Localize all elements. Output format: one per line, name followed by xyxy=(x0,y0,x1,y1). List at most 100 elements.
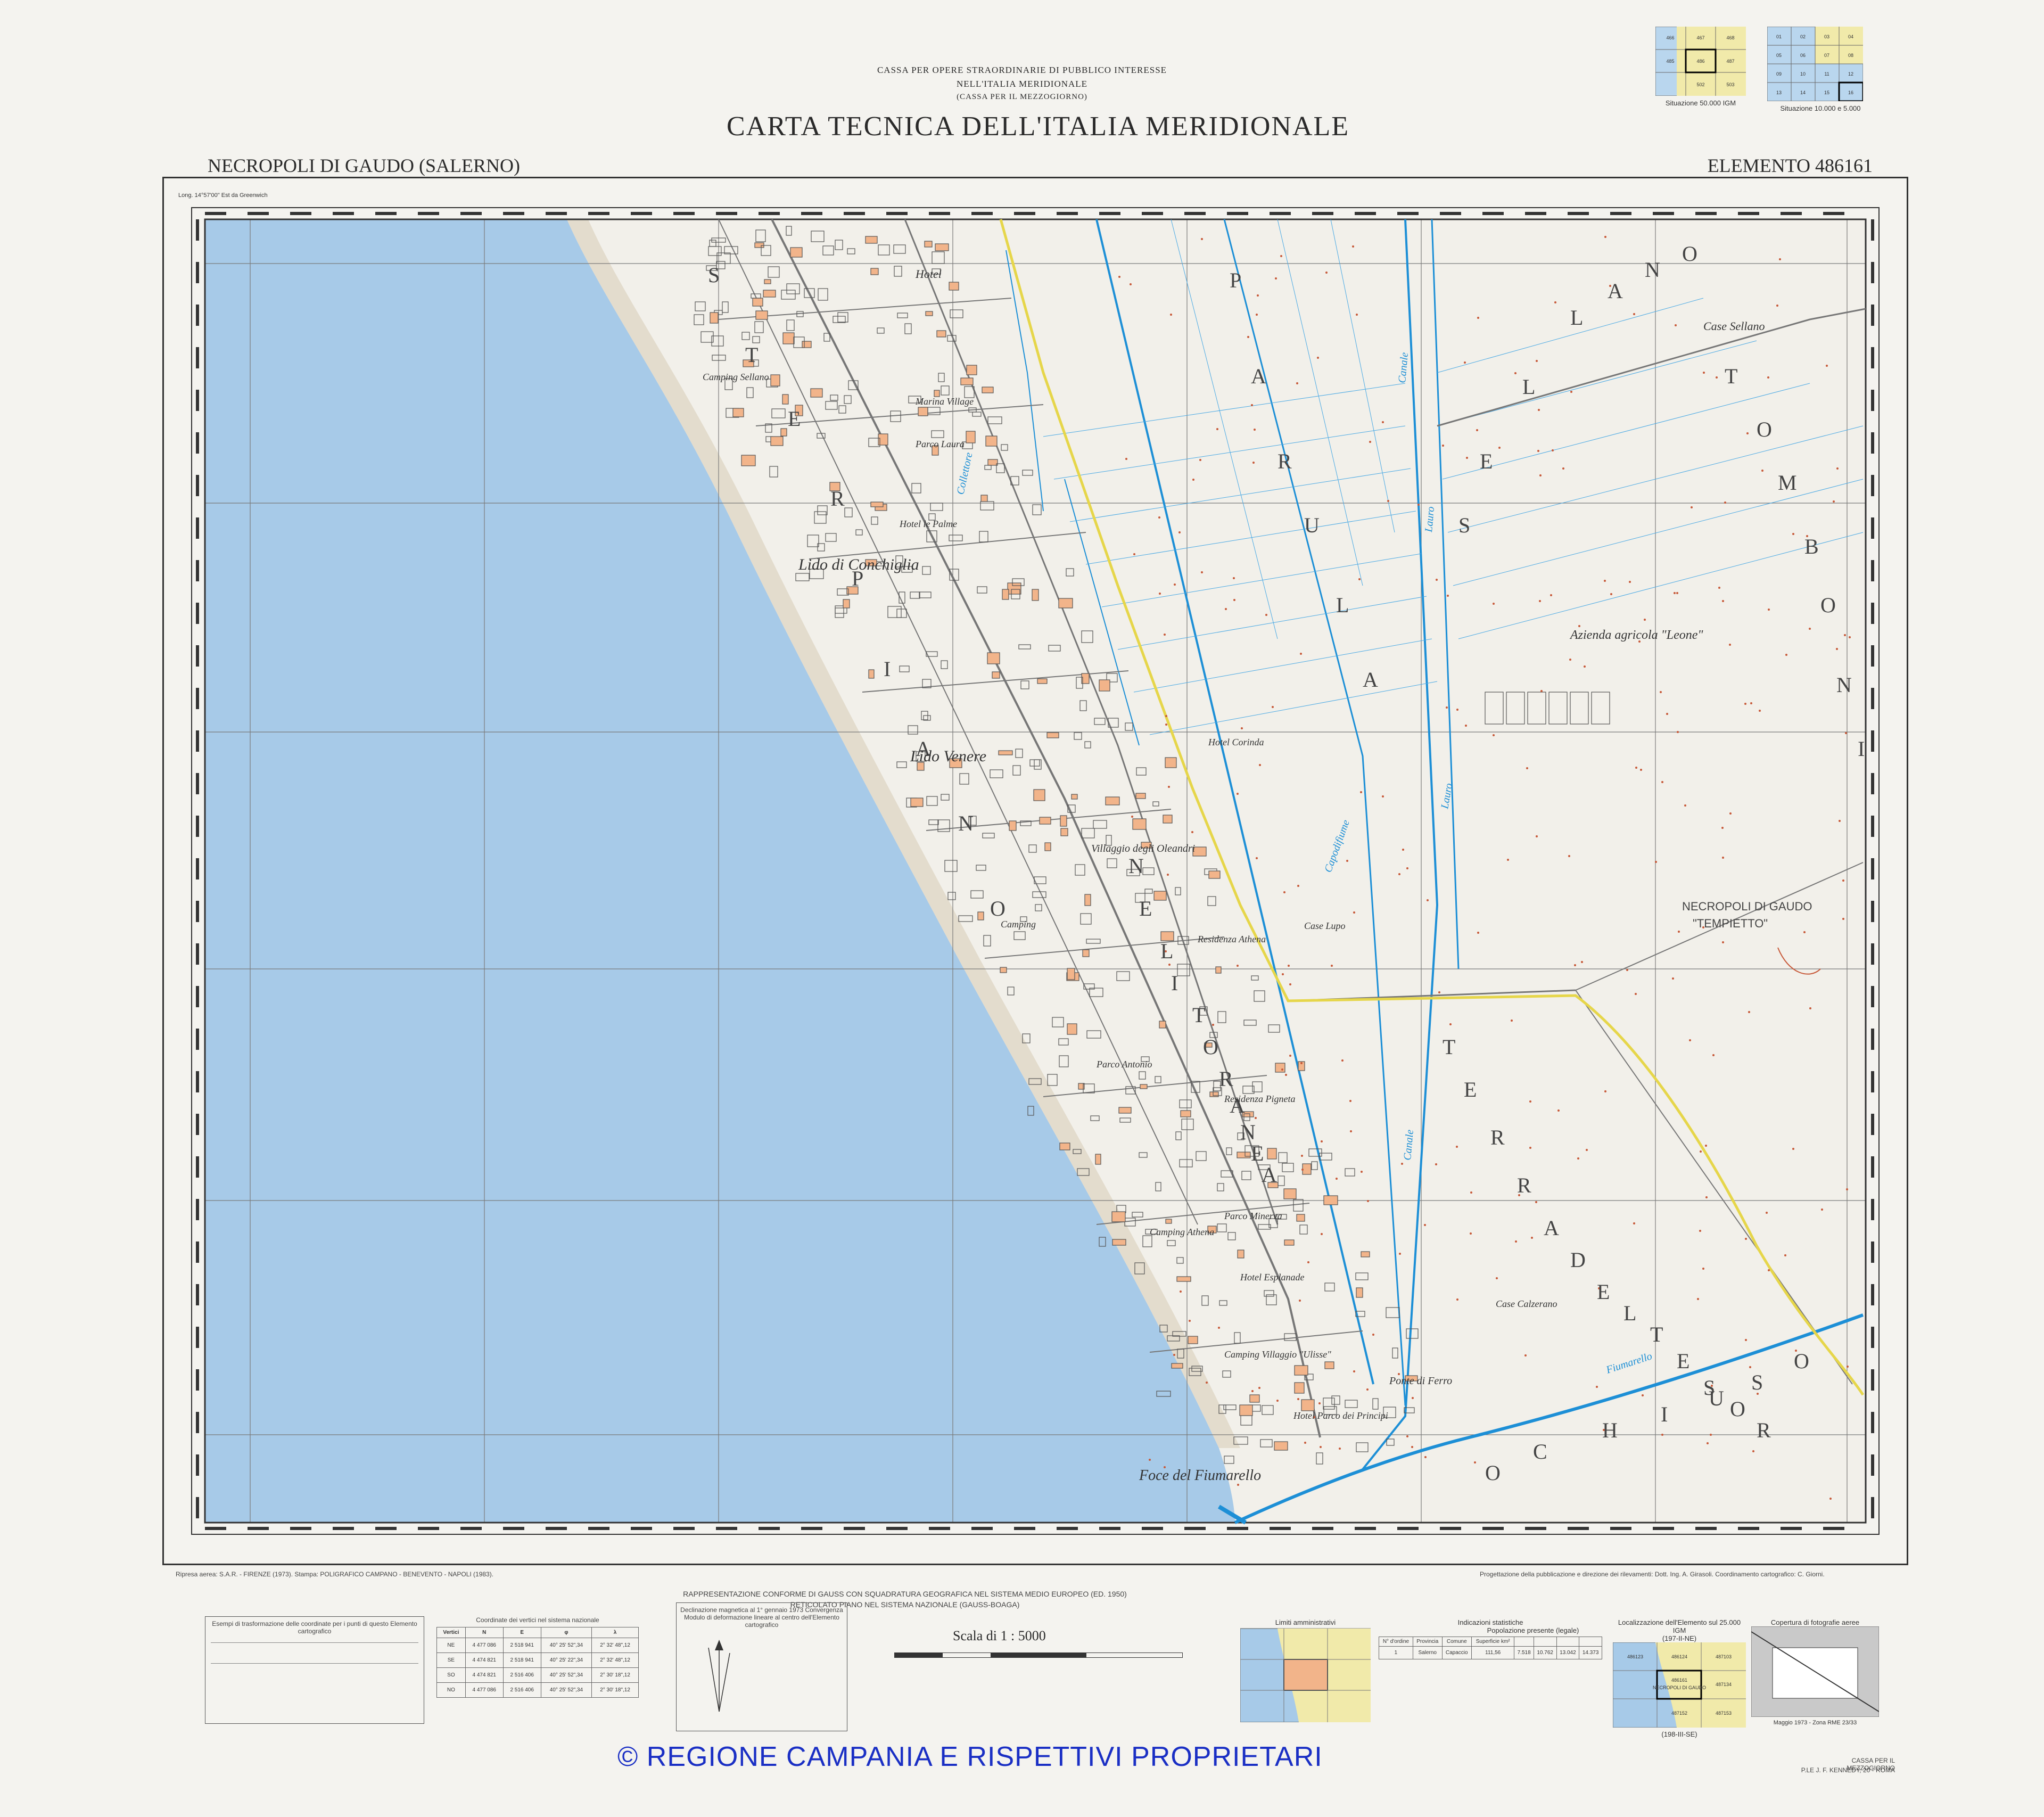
area-letter: E xyxy=(1597,1280,1612,1304)
building xyxy=(1037,678,1048,684)
area-letter: R xyxy=(1757,1418,1773,1442)
spot-height xyxy=(1666,713,1668,715)
building xyxy=(966,365,977,375)
building xyxy=(1267,1148,1277,1160)
spot-height xyxy=(1655,861,1657,863)
spot-height xyxy=(1829,1498,1832,1500)
spot-height xyxy=(1412,1397,1414,1399)
vertex-cell: 2° 30' 18",12 xyxy=(591,1667,639,1683)
spot-height xyxy=(1212,1024,1214,1026)
spot-height xyxy=(1180,1290,1182,1293)
vertex-cell: 2° 32' 48",12 xyxy=(591,1638,639,1653)
building xyxy=(1009,820,1017,831)
spot-height xyxy=(1844,634,1846,636)
place-label: Ponte di Ferro xyxy=(1389,1375,1452,1387)
spot-height xyxy=(1470,1232,1472,1235)
building xyxy=(987,459,998,466)
area-letter: C xyxy=(1533,1440,1550,1464)
spot-height xyxy=(1299,1300,1301,1302)
stats-header xyxy=(1556,1637,1580,1647)
spot-height xyxy=(1635,767,1637,769)
building xyxy=(935,243,949,251)
spot-height xyxy=(1218,1327,1220,1329)
spot-height xyxy=(1233,577,1235,579)
spot-height xyxy=(1442,445,1444,447)
building xyxy=(810,388,823,398)
spot-height xyxy=(1254,429,1256,431)
building xyxy=(1067,968,1075,980)
stats-cell: 14.373 xyxy=(1579,1646,1602,1659)
spot-height xyxy=(1722,857,1724,859)
coord-topleft: Long. 14°57'00" Est da Greenwich xyxy=(178,192,268,199)
vertex-header: E xyxy=(502,1627,541,1638)
area-letter: E xyxy=(1480,449,1495,473)
spot-height xyxy=(1446,706,1448,709)
area-letter: L xyxy=(1160,939,1175,963)
spot-height xyxy=(1474,1461,1476,1464)
area-letter: A xyxy=(1363,668,1380,692)
spot-height xyxy=(1447,595,1449,597)
spot-height xyxy=(1282,973,1284,975)
building xyxy=(1039,817,1051,825)
spot-height xyxy=(1417,504,1420,506)
spot-height xyxy=(1511,1020,1513,1022)
building xyxy=(1059,1142,1070,1150)
spot-height xyxy=(1678,931,1680,933)
building xyxy=(1188,1336,1198,1344)
spot-height xyxy=(1241,727,1243,729)
spot-height xyxy=(1699,1230,1701,1232)
building xyxy=(1002,589,1009,600)
spot-height xyxy=(1792,1148,1794,1150)
area-letter: A xyxy=(1608,279,1625,303)
area-letter: N xyxy=(1128,854,1146,878)
spot-height xyxy=(1767,376,1769,379)
spot-height xyxy=(1826,365,1828,367)
spot-height xyxy=(1535,1201,1537,1203)
building xyxy=(998,750,1013,755)
spot-height xyxy=(1842,918,1844,920)
area-letter: T xyxy=(1650,1322,1665,1346)
spot-height xyxy=(1724,501,1726,504)
spot-height xyxy=(1265,614,1267,616)
stats-cell: 111,56 xyxy=(1471,1646,1515,1659)
spot-height xyxy=(1633,1222,1635,1224)
place-label: Residenza Pigneta xyxy=(1224,1094,1295,1104)
building xyxy=(780,428,787,437)
spot-height xyxy=(1131,816,1133,818)
spot-height xyxy=(1320,1446,1322,1448)
spot-height xyxy=(1346,860,1348,862)
spot-height xyxy=(1191,831,1193,833)
spot-height xyxy=(1252,462,1255,464)
spot-height xyxy=(1331,965,1333,967)
spot-height xyxy=(1297,1398,1299,1400)
vertex-cell: 4 474 821 xyxy=(465,1667,504,1683)
place-label: Marina Village xyxy=(915,396,974,407)
vertex-cell: SE xyxy=(436,1652,466,1668)
spot-height xyxy=(1233,599,1235,601)
spot-height xyxy=(1258,1387,1260,1389)
copyright-notice: © REGIONE CAMPANIA E RISPETTIVI PROPRIET… xyxy=(617,1741,1323,1772)
building xyxy=(1095,1154,1101,1165)
building xyxy=(1165,757,1177,768)
place-label: Lido di Conchiglia xyxy=(798,556,919,573)
spot-height xyxy=(1700,1150,1702,1153)
building xyxy=(1153,891,1167,901)
spot-height xyxy=(1466,457,1468,459)
spot-height xyxy=(1216,428,1218,430)
spot-height xyxy=(1574,964,1576,966)
stats-cell: 7.518 xyxy=(1514,1646,1534,1659)
coverage-panel: Copertura di fotografie aeree Maggio 197… xyxy=(1751,1618,1880,1736)
place-label: Hotel xyxy=(915,267,942,281)
spot-height xyxy=(1424,1456,1427,1458)
spot-height xyxy=(1660,691,1662,693)
spot-height xyxy=(1849,636,1851,638)
spot-height xyxy=(1165,723,1167,726)
locator-cell: 486123 xyxy=(1627,1654,1643,1659)
vertex-cell: 2° 32' 48",12 xyxy=(591,1652,639,1668)
spot-height xyxy=(1537,450,1539,452)
spot-height xyxy=(1350,1130,1352,1132)
building xyxy=(1060,828,1068,836)
spot-height xyxy=(1722,600,1724,602)
spot-height xyxy=(1353,1370,1355,1372)
place-label: Camping xyxy=(1001,919,1036,930)
